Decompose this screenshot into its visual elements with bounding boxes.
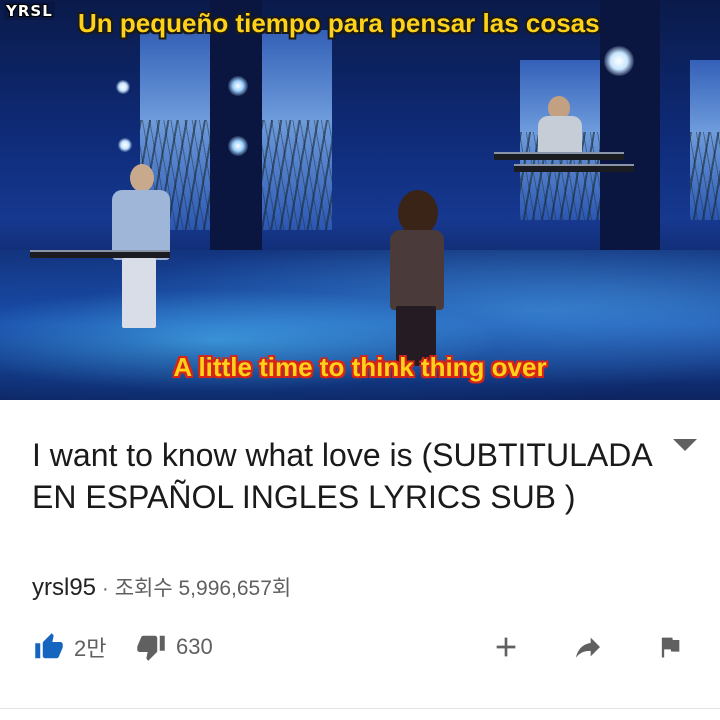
flag-icon bbox=[661, 637, 680, 658]
share-arrow-icon bbox=[576, 637, 600, 658]
dislike-button[interactable]: 630 bbox=[136, 624, 213, 670]
stage-screen-panel bbox=[690, 60, 720, 220]
caret-down-icon bbox=[673, 439, 697, 451]
channel-name[interactable]: yrsl95 bbox=[32, 574, 96, 601]
video-title[interactable]: I want to know what love is (SUBTITULADA… bbox=[32, 434, 652, 518]
video-meta-line: yrsl95 · 조회수 5,996,657회 bbox=[32, 572, 291, 602]
stage-light bbox=[604, 46, 634, 76]
plus-icon bbox=[496, 637, 516, 657]
thumbs-down-icon bbox=[137, 635, 165, 661]
stage-light bbox=[118, 138, 132, 152]
thumbs-up-icon bbox=[35, 633, 63, 659]
subtitle-english: A little time to think thing over bbox=[173, 352, 547, 382]
keyboard-instrument bbox=[494, 152, 624, 160]
section-divider bbox=[0, 708, 720, 709]
stage-light bbox=[228, 76, 248, 96]
stage-screen-panel bbox=[262, 30, 332, 230]
video-player[interactable]: YRSL Un pequeño tiempo para pensar las c… bbox=[0, 0, 720, 400]
subtitle-spanish: Un pequeño tiempo para pensar las cosas bbox=[78, 8, 600, 38]
meta-separator: · bbox=[102, 578, 109, 600]
keyboard-instrument bbox=[30, 250, 170, 258]
video-action-bar: 2만 630 bbox=[0, 624, 720, 670]
stage-light bbox=[228, 136, 248, 156]
add-to-playlist-button[interactable] bbox=[490, 624, 522, 670]
stage-pillar bbox=[210, 0, 262, 260]
like-count: 2만 bbox=[74, 636, 107, 661]
keyboard-instrument bbox=[514, 164, 634, 172]
report-button[interactable] bbox=[656, 624, 684, 670]
view-count: 조회수 5,996,657회 bbox=[114, 577, 292, 600]
stage-light bbox=[116, 80, 130, 94]
share-button[interactable] bbox=[570, 624, 606, 670]
dislike-count: 630 bbox=[176, 634, 213, 659]
stage-pillar bbox=[600, 0, 660, 260]
like-button[interactable]: 2만 bbox=[34, 624, 106, 670]
expand-description-button[interactable] bbox=[668, 430, 702, 460]
video-info-panel: I want to know what love is (SUBTITULADA… bbox=[0, 400, 720, 720]
channel-watermark-logo: YRSL bbox=[4, 2, 55, 20]
